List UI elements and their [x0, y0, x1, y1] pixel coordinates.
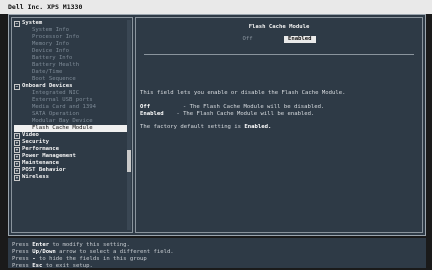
tree-item-label: Wireless: [22, 174, 49, 180]
tree-category-power-management[interactable]: + Power Management: [14, 153, 126, 160]
help-text: Press: [12, 256, 29, 262]
help-text: to modify this setting.: [52, 242, 130, 248]
help-key: Enter: [32, 242, 50, 248]
help-bar: Press Enter to modify this setting. Pres…: [8, 238, 426, 270]
tree-item-label: Device Info: [32, 48, 70, 54]
tree-item-label: System: [22, 20, 43, 26]
tree-item-label: SATA Operation: [32, 111, 80, 117]
scrollbar-thumb[interactable]: [127, 150, 131, 172]
tree-category-maintenance[interactable]: + Maintenance: [14, 160, 126, 167]
default-setting: The factory default setting is Enabled.: [140, 124, 271, 131]
tree-item-label: Integrated NIC: [32, 90, 80, 96]
bios-screen: − System System Info Processor Info Memory I…: [8, 14, 426, 236]
tree-item-label: System Info: [32, 27, 70, 33]
help-text: Press: [12, 263, 29, 269]
enabled-text: - The Flash Cache Module will be enabled…: [176, 111, 315, 117]
tree-item-memory-info[interactable]: Memory Info: [14, 41, 126, 48]
help-line: Press Up/Down arrow to select a differen…: [12, 249, 422, 256]
tree-item-label: Battery Health: [32, 62, 80, 68]
setting-detail-panel: Flash Cache Module Off Enabled This fiel…: [135, 17, 423, 233]
tree-item-label: Processor Info: [32, 34, 80, 40]
settings-tree-panel: − System System Info Processor Info Memory I…: [11, 17, 133, 233]
tree-category-performance[interactable]: + Performance: [14, 146, 126, 153]
setting-title: Flash Cache Module: [248, 24, 310, 30]
option-enabled[interactable]: Enabled: [283, 36, 316, 43]
settings-tree: − System System Info Processor Info Memory I…: [14, 20, 128, 181]
tree-item-label: Onboard Devices: [22, 83, 73, 89]
help-line: Press Esc to exit setup.: [12, 263, 422, 270]
tree-scrollbar[interactable]: [127, 20, 131, 230]
tree-item-label: External USB ports: [32, 97, 93, 103]
window-title: Dell Inc. XPS M1330: [0, 0, 432, 14]
tree-item-label: Modular Bay Device: [32, 118, 93, 124]
setting-options: Off Enabled: [136, 36, 422, 43]
tree-category-video[interactable]: + Video: [14, 132, 126, 139]
off-text: - The Flash Cache Module will be disable…: [182, 104, 325, 110]
help-line: Press Enter to modify this setting.: [12, 242, 422, 249]
tree-item-sata-operation[interactable]: SATA Operation: [14, 111, 126, 118]
default-value: Enabled.: [244, 124, 272, 130]
tree-item-external-usb-ports[interactable]: External USB ports: [14, 97, 126, 104]
tree-item-modular-bay-device[interactable]: Modular Bay Device: [14, 118, 126, 125]
divider: [144, 54, 414, 55]
tree-category-security[interactable]: + Security: [14, 139, 126, 146]
tree-item-battery-health[interactable]: Battery Health: [14, 62, 126, 69]
description-text: This field lets you enable or disable th…: [140, 90, 346, 96]
option-off[interactable]: Off: [242, 36, 252, 43]
tree-category-post-behavior[interactable]: + POST Behavior: [14, 167, 126, 174]
help-text: Press: [12, 242, 29, 248]
default-prefix: The factory default setting is: [140, 124, 242, 130]
help-key: Esc: [32, 263, 43, 269]
tree-item-label: Battery Info: [32, 55, 73, 61]
off-explanation: Off - The Flash Cache Module will be dis…: [140, 104, 410, 111]
tree-item-device-info[interactable]: Device Info: [14, 48, 126, 55]
tree-item-label: Video: [22, 132, 39, 138]
tree-item-label: Memory Info: [32, 41, 70, 47]
tree-item-processor-info[interactable]: Processor Info: [14, 34, 126, 41]
help-key: -: [32, 256, 36, 262]
tree-item-flash-cache-module[interactable]: Flash Cache Module: [14, 125, 128, 132]
tree-item-media-card-and-1394[interactable]: Media Card and 1394: [14, 104, 126, 111]
help-text: to hide the fields in this group: [38, 256, 147, 262]
tree-category-system[interactable]: − System: [14, 20, 126, 27]
tree-item-boot-sequence[interactable]: Boot Sequence: [14, 76, 126, 83]
tree-item-label: Boot Sequence: [32, 76, 76, 82]
enabled-explanation: Enabled - The Flash Cache Module will be…: [140, 111, 410, 118]
tree-item-label: Maintenance: [22, 160, 60, 166]
setting-description: This field lets you enable or disable th…: [140, 90, 410, 118]
tree-item-label: Media Card and 1394: [32, 104, 96, 110]
off-key: Off: [140, 104, 151, 110]
tree-item-integrated-nic[interactable]: Integrated NIC: [14, 90, 126, 97]
tree-item-label: POST Behavior: [22, 167, 66, 173]
tree-item-label: Power Management: [22, 153, 76, 159]
help-text: Press: [12, 249, 29, 255]
tree-category-onboard-devices[interactable]: − Onboard Devices: [14, 83, 126, 90]
help-line: Press - to hide the fields in this group: [12, 256, 422, 263]
expand-icon[interactable]: +: [14, 175, 20, 181]
enabled-key: Enabled: [140, 111, 164, 117]
tree-item-label: Flash Cache Module: [32, 125, 93, 131]
help-text: to exit setup.: [45, 263, 93, 269]
tree-item-label: Security: [22, 139, 49, 145]
tree-item-system-info[interactable]: System Info: [14, 27, 126, 34]
tree-category-wireless[interactable]: + Wireless: [14, 174, 126, 181]
tree-item-date-time[interactable]: Date/Time: [14, 69, 126, 76]
tree-item-battery-info[interactable]: Battery Info: [14, 55, 126, 62]
help-text: arrow to select a different field.: [59, 249, 174, 255]
tree-item-label: Performance: [22, 146, 60, 152]
help-key: Up/Down: [32, 249, 56, 255]
tree-item-label: Date/Time: [32, 69, 63, 75]
